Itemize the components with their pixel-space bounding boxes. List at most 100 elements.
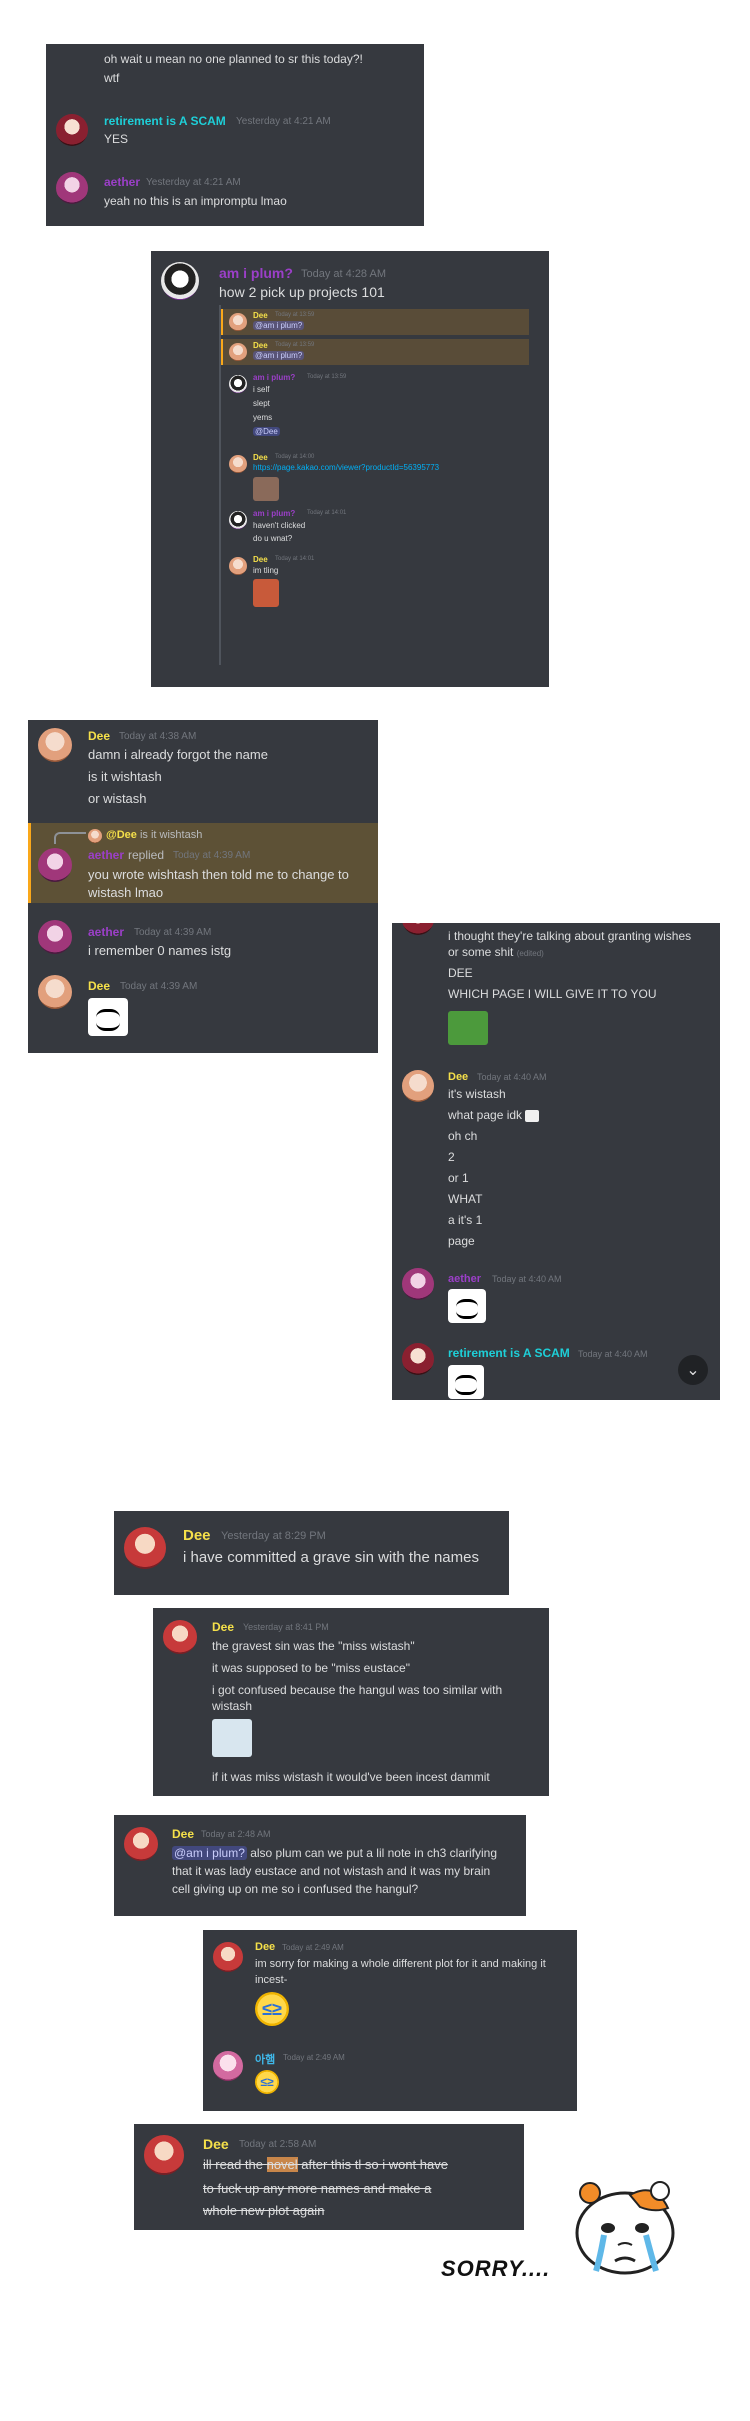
image-thumbnail[interactable] [253,477,279,501]
username[interactable]: 아햄 [255,2051,275,2067]
username[interactable]: retirement is A SCAM [104,114,226,128]
timestamp: Today at 14:00 [275,454,315,460]
username[interactable]: Dee [253,341,268,350]
avatar[interactable] [213,1942,243,1972]
timestamp: Yesterday at 4:21 AM [146,177,241,188]
timestamp: Today at 14:01 [307,510,347,516]
link[interactable]: https://page.kakao.com/viewer?productId=… [253,463,439,472]
message-line: i thought they're talking about granting… [448,929,692,943]
loudly-crying-emoji[interactable]: ≤≥ [255,1992,289,2026]
message-line: it's wistash [448,1087,506,1101]
message-line: wistash [212,1699,253,1713]
username[interactable]: Dee [172,1827,194,1841]
message-line: DEE [448,966,473,980]
message-line: slept [253,399,270,408]
mention[interactable]: @am i plum? [253,321,305,330]
avatar[interactable] [229,557,247,575]
avatar[interactable] [124,1827,158,1861]
avatar[interactable] [229,455,247,473]
mention[interactable]: @am i plum? [253,351,305,360]
avatar[interactable] [213,2051,243,2081]
message-line: yems [253,413,273,422]
username[interactable]: Dee [88,979,110,993]
avatar[interactable] [402,1268,434,1300]
avatar[interactable] [402,1070,434,1102]
message-text: ill read the [203,2157,267,2172]
face-emoji[interactable] [525,1109,540,1122]
peeking-meme-sticker[interactable] [448,1365,484,1399]
avatar[interactable] [229,375,247,393]
chat-panel-4: i thought they're talking about granting… [392,923,720,1400]
message-text: what page idk [448,1108,523,1122]
timestamp: Today at 4:39 AM [134,927,212,938]
peeking-meme-sticker[interactable] [88,998,128,1036]
username[interactable]: Dee [255,1941,275,1953]
avatar[interactable] [161,262,199,300]
avatar[interactable] [144,2135,184,2175]
chat-panel-1: oh wait u mean no one planned to sr this… [46,44,424,226]
username[interactable]: Dee [253,555,268,564]
reply-author[interactable]: @Dee [106,829,137,841]
avatar[interactable] [402,923,434,935]
timestamp: Today at 4:40 AM [492,1274,562,1284]
avatar[interactable] [38,848,72,882]
avatar[interactable] [38,920,72,954]
peeking-meme-sticker[interactable] [448,1289,486,1323]
chat-panel-6: Dee Yesterday at 8:41 PM the gravest sin… [153,1608,549,1796]
username[interactable]: am i plum? [253,509,295,518]
mention[interactable]: @Dee [253,427,280,436]
message-line: 2 [448,1150,455,1164]
timestamp: Today at 4:28 AM [301,268,386,280]
avatar[interactable] [163,1620,197,1654]
mention[interactable]: @am i plum? [172,1846,247,1860]
username[interactable]: Dee [448,1071,468,1083]
timestamp: Today at 2:48 AM [201,1829,271,1839]
username[interactable]: Dee [253,311,268,320]
chat-panel-3: Dee Today at 4:38 AM damn i already forg… [28,720,378,1053]
reply-reference[interactable]: @Dee is it wishtash [106,829,202,841]
message-line: a it's 1 [448,1213,483,1227]
message-text: after this tl so i wont have [297,2157,448,2172]
avatar[interactable] [56,114,88,146]
username[interactable]: am i plum? [253,373,295,382]
avatar[interactable] [229,313,247,331]
avatar[interactable] [124,1527,166,1569]
username[interactable]: Dee [203,2136,229,2152]
jump-to-bottom-button[interactable]: ⌄ [678,1355,708,1385]
username[interactable]: Dee [212,1620,234,1634]
message-line: that it was lady eustace and not wistash… [172,1864,491,1878]
avatar[interactable] [38,975,72,1009]
avatar[interactable] [56,172,88,204]
username[interactable]: aether [88,925,124,939]
timestamp: Today at 14:01 [275,556,315,562]
reply-text: is it wishtash [139,829,203,841]
username[interactable]: Dee [253,453,268,462]
avatar[interactable] [402,1343,434,1375]
username[interactable]: Dee [183,1527,211,1544]
username[interactable]: aether [88,848,124,862]
message-line: im sorry for making a whole different pl… [255,1958,546,1970]
pepe-emoji[interactable] [448,1011,488,1045]
username[interactable]: retirement is A SCAM [448,1346,570,1360]
sorry-caption: SORRY.... [441,2256,551,2281]
timestamp: Today at 4:40 AM [477,1072,547,1082]
username[interactable]: Dee [88,729,110,743]
screenshot-embed: Dee Today at 13:59 @am i plum? Dee Today… [219,305,533,665]
crying-meme-emoji[interactable] [253,579,279,607]
message-line: oh wait u mean no one planned to sr this… [104,52,363,66]
username[interactable]: am i plum? [219,265,293,281]
avatar[interactable] [229,511,247,529]
username[interactable]: aether [104,175,140,189]
anime-face-emoji[interactable] [212,1719,252,1757]
highlighted-word: novel [266,2157,298,2172]
avatar[interactable] [38,728,72,762]
timestamp: Yesterday at 8:41 PM [243,1622,329,1632]
message-line: oh ch [448,1129,478,1143]
message-line: @am i plum? [253,351,305,360]
message-line: ill read the novel after this tl so i wo… [203,2157,448,2172]
message-line: damn i already forgot the name [88,747,268,762]
username[interactable]: aether [448,1273,481,1285]
avatar[interactable] [88,829,102,843]
avatar[interactable] [229,343,247,361]
loudly-crying-emoji[interactable]: ≤≥ [255,2070,279,2094]
